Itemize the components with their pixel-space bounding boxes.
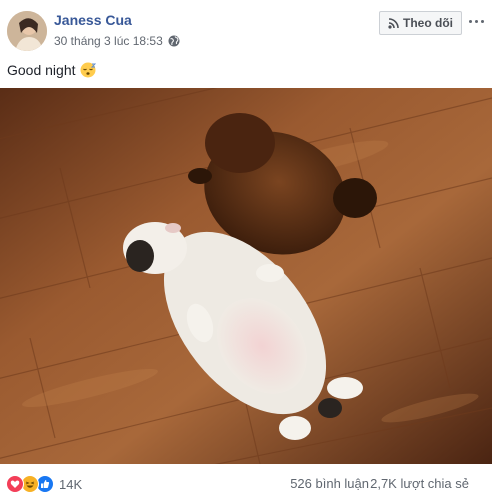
- sleepy-face-emoji: [80, 62, 96, 78]
- author-avatar[interactable]: [7, 11, 47, 51]
- globe-icon[interactable]: [168, 35, 180, 47]
- post-footer: 14K 526 bình luận 2,7K lượt chia sẻ: [0, 468, 492, 498]
- rss-icon: [388, 17, 399, 29]
- author-name[interactable]: Janess Cua: [54, 12, 132, 28]
- follow-button[interactable]: Theo dõi: [379, 11, 462, 35]
- post-photo[interactable]: [0, 88, 492, 464]
- reaction-count: 14K: [59, 476, 83, 492]
- follow-label: Theo dõi: [403, 16, 453, 30]
- post-meta: 30 tháng 3 lúc 18:53: [54, 34, 180, 48]
- reactions-summary[interactable]: 14K: [6, 475, 82, 493]
- post-header: Janess Cua 30 tháng 3 lúc 18:53 Theo dõi: [0, 0, 492, 56]
- love-icon: [6, 475, 24, 493]
- share-count-link[interactable]: 2,7K lượt chia sẻ: [370, 476, 469, 491]
- more-options-icon[interactable]: [468, 14, 484, 28]
- post-timestamp[interactable]: 30 tháng 3 lúc 18:53: [54, 34, 163, 48]
- comment-count-link[interactable]: 526 bình luận: [290, 476, 369, 491]
- post-text-content: Good night: [7, 62, 76, 78]
- post-text: Good night: [7, 62, 96, 78]
